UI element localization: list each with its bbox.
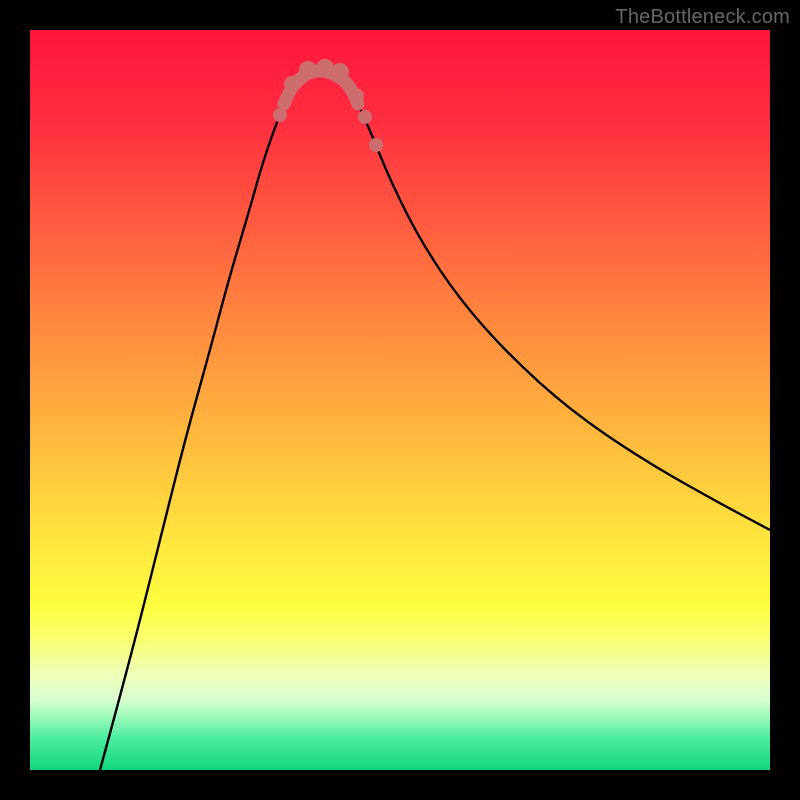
trough-dot	[369, 138, 383, 152]
trough-dot	[348, 88, 364, 104]
chart-svg	[30, 30, 770, 770]
watermark-text: TheBottleneck.com	[615, 6, 790, 29]
chart-frame	[30, 30, 770, 770]
trough-dot	[273, 108, 287, 122]
curve-right-branch	[358, 104, 770, 530]
trough-dot	[331, 63, 349, 81]
trough-dot	[358, 110, 372, 124]
trough-dot	[299, 61, 317, 79]
curve-left-branch	[100, 104, 284, 770]
trough-dot	[284, 76, 300, 92]
